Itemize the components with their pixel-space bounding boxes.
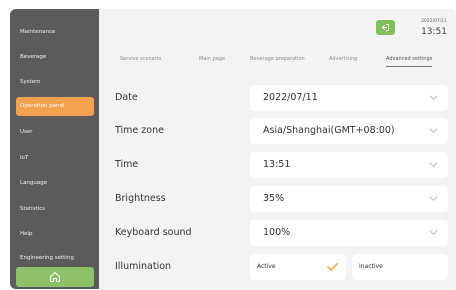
setting-row-keyboard-sound: Keyboard sound 100% xyxy=(113,220,449,246)
sidebar-item-help[interactable]: Help xyxy=(16,225,94,244)
keyboard-sound-select[interactable]: 100% xyxy=(250,220,448,246)
tab-beverage-preparation[interactable]: Beverage preparation xyxy=(250,53,305,67)
time-select[interactable]: 13:51 xyxy=(250,152,448,178)
sidebar-item-language[interactable]: Language xyxy=(16,174,94,193)
keyboard-sound-value: 100% xyxy=(263,227,291,238)
setting-row-timezone: Time zone Asia/Shanghai(GMT+08:00) xyxy=(113,118,449,144)
main-panel: 2022/07/11 13:51 Service scenario Main p… xyxy=(99,9,456,290)
brightness-label: Brightness xyxy=(115,193,166,204)
date-value: 2022/07/11 xyxy=(263,92,318,103)
exit-icon xyxy=(382,24,389,31)
illumination-label: Illumination xyxy=(115,261,172,272)
timezone-label: Time zone xyxy=(115,125,164,136)
setting-row-brightness: Brightness 35% xyxy=(113,186,449,212)
illumination-active-option[interactable]: Active xyxy=(250,254,346,280)
sidebar-item-operation-panel[interactable]: Operation panel xyxy=(16,97,94,116)
chevron-down-icon xyxy=(429,162,438,167)
date-label: Date xyxy=(115,92,138,103)
brightness-select[interactable]: 35% xyxy=(250,186,448,212)
brightness-value: 35% xyxy=(263,193,285,204)
setting-row-time: Time 13:51 xyxy=(113,152,449,178)
sidebar-item-engineering-setting[interactable]: Engineering setting xyxy=(16,249,94,268)
date-select[interactable]: 2022/07/11 xyxy=(250,85,448,111)
home-icon xyxy=(50,272,60,282)
tab-advanced-settings[interactable]: Advanced settings xyxy=(386,53,433,67)
illumination-active-label: Active xyxy=(257,263,276,270)
sidebar-item-beverage[interactable]: Beverage xyxy=(16,48,94,67)
time-value: 13:51 xyxy=(263,159,291,170)
tab-main-page[interactable]: Main page xyxy=(199,53,225,67)
chevron-down-icon xyxy=(429,95,438,100)
setting-row-date: Date 2022/07/11 xyxy=(113,85,449,111)
setting-row-illumination: Illumination Active Inactive xyxy=(113,254,449,280)
header-time: 13:51 xyxy=(421,27,447,37)
tab-bar: Service scenario Main page Beverage prep… xyxy=(113,53,449,67)
home-button[interactable] xyxy=(16,267,94,287)
tab-advertising[interactable]: Advertising xyxy=(329,53,357,67)
chevron-down-icon xyxy=(429,230,438,235)
chevron-down-icon xyxy=(429,196,438,201)
tab-service-scenario[interactable]: Service scenario xyxy=(120,53,161,67)
sidebar-item-maintenance[interactable]: Maintenance xyxy=(16,23,94,42)
illumination-inactive-option[interactable]: Inactive xyxy=(352,254,448,280)
sidebar: Maintenance Beverage System Operation pa… xyxy=(10,9,99,289)
sidebar-item-user[interactable]: User xyxy=(16,123,94,142)
checkmark-icon xyxy=(327,263,338,271)
sidebar-item-iot[interactable]: IoT xyxy=(16,149,94,168)
timezone-value: Asia/Shanghai(GMT+08:00) xyxy=(263,125,395,136)
timezone-select[interactable]: Asia/Shanghai(GMT+08:00) xyxy=(250,118,448,144)
sidebar-item-statistics[interactable]: Statistics xyxy=(16,200,94,219)
illumination-inactive-label: Inactive xyxy=(359,263,383,270)
keyboard-sound-label: Keyboard sound xyxy=(115,227,192,238)
sidebar-item-system[interactable]: System xyxy=(16,73,94,92)
exit-button[interactable] xyxy=(376,20,395,35)
chevron-down-icon xyxy=(429,128,438,133)
time-label: Time xyxy=(115,159,139,170)
header-date: 2022/07/11 xyxy=(421,19,447,24)
app-window: Maintenance Beverage System Operation pa… xyxy=(0,0,456,290)
